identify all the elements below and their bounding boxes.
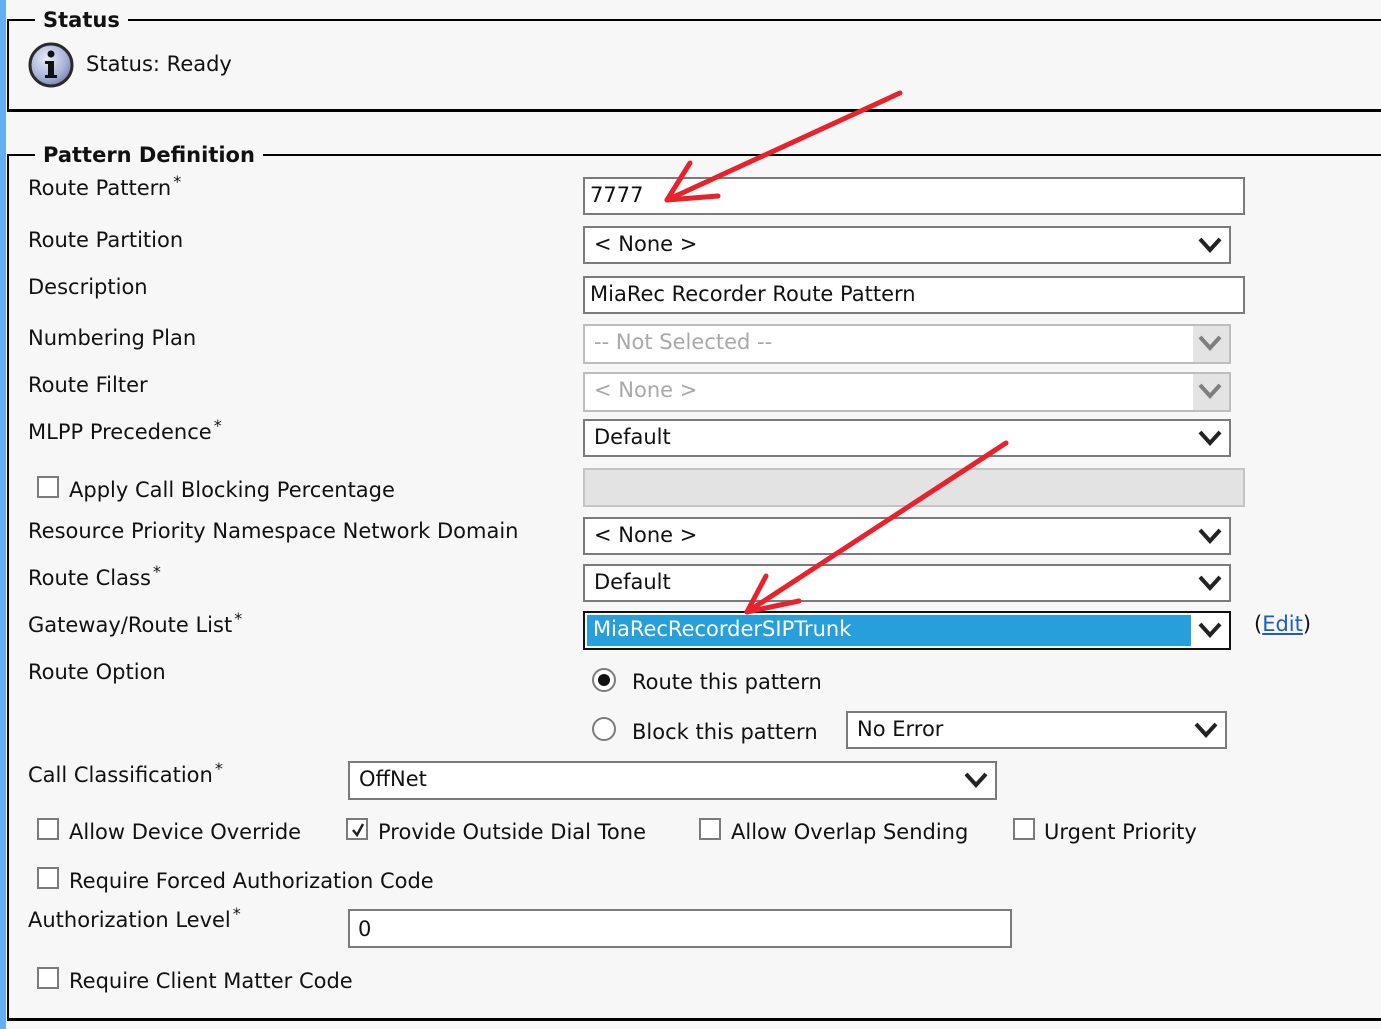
urgent-priority-checkbox[interactable]	[1013, 818, 1035, 840]
resource-priority-select[interactable]: < None >	[583, 517, 1231, 555]
call-classification-label: Call Classification *	[28, 759, 223, 787]
block-this-pattern-radio[interactable]	[592, 717, 616, 741]
call-blocking-percentage-input	[583, 468, 1245, 507]
gateway-route-list-select[interactable]: MiaRecRecorderSIPTrunk	[583, 611, 1231, 650]
apply-call-blocking-label: Apply Call Blocking Percentage	[69, 478, 395, 502]
resource-priority-label: Resource Priority Namespace Network Doma…	[28, 519, 519, 543]
mlpp-precedence-select[interactable]: Default	[583, 419, 1231, 457]
apply-call-blocking-checkbox[interactable]	[37, 476, 59, 498]
require-client-matter-label: Require Client Matter Code	[69, 969, 353, 993]
numbering-plan-select: -- Not Selected --	[583, 324, 1231, 364]
route-pattern-label: Route Pattern *	[28, 172, 182, 200]
gateway-route-list-value: MiaRecRecorderSIPTrunk	[587, 615, 1191, 646]
allow-overlap-sending-label: Allow Overlap Sending	[731, 820, 969, 844]
require-client-matter-checkbox[interactable]	[37, 967, 59, 989]
route-pattern-input[interactable]: 7777	[583, 177, 1245, 215]
chevron-down-icon	[1198, 430, 1222, 446]
chevron-down-icon	[964, 772, 988, 788]
provide-outside-dial-tone-checkbox[interactable]	[346, 818, 368, 840]
route-option-label: Route Option	[28, 660, 166, 684]
route-class-select[interactable]: Default	[583, 564, 1231, 602]
provide-outside-dial-tone-label: Provide Outside Dial Tone	[378, 820, 646, 844]
status-text: Status: Ready	[86, 52, 232, 76]
require-forced-auth-label: Require Forced Authorization Code	[69, 869, 434, 893]
chevron-down-icon	[1198, 335, 1222, 351]
info-icon	[28, 42, 74, 88]
block-reason-select[interactable]: No Error	[846, 711, 1227, 749]
window-left-edge	[0, 0, 6, 1029]
allow-overlap-sending-checkbox[interactable]	[699, 818, 721, 840]
route-partition-label: Route Partition	[28, 228, 184, 252]
chevron-down-icon	[1198, 575, 1222, 591]
call-classification-select[interactable]: OffNet	[348, 761, 997, 800]
mlpp-precedence-label: MLPP Precedence *	[28, 416, 222, 444]
route-class-label: Route Class *	[28, 562, 161, 590]
block-this-pattern-label: Block this pattern	[632, 720, 818, 744]
authorization-level-label: Authorization Level *	[28, 904, 241, 932]
edit-gateway-link[interactable]: Edit	[1262, 612, 1303, 636]
allow-device-override-checkbox[interactable]	[37, 818, 59, 840]
route-filter-label: Route Filter	[28, 373, 148, 397]
description-label: Description	[28, 275, 148, 299]
route-this-pattern-label: Route this pattern	[632, 670, 822, 694]
route-partition-select[interactable]: < None >	[583, 226, 1231, 264]
numbering-plan-label: Numbering Plan	[28, 326, 197, 350]
gateway-route-list-label: Gateway/Route List *	[28, 609, 243, 637]
chevron-down-icon	[1194, 722, 1218, 738]
chevron-down-icon	[1198, 237, 1222, 253]
allow-device-override-label: Allow Device Override	[69, 820, 302, 844]
chevron-down-icon	[1198, 622, 1222, 638]
chevron-down-icon	[1198, 528, 1222, 544]
require-forced-auth-checkbox[interactable]	[37, 867, 59, 889]
route-filter-select: < None >	[583, 372, 1231, 412]
route-this-pattern-radio[interactable]	[592, 668, 616, 692]
chevron-down-icon	[1198, 383, 1222, 399]
pattern-definition-legend: Pattern Definition	[35, 143, 263, 167]
authorization-level-input[interactable]: 0	[348, 909, 1012, 948]
status-legend: Status	[35, 8, 128, 32]
edit-link-wrapper: (Edit)	[1254, 612, 1312, 636]
urgent-priority-label: Urgent Priority	[1044, 820, 1197, 844]
description-input[interactable]: MiaRec Recorder Route Pattern	[583, 276, 1245, 314]
checkmark-icon	[352, 823, 365, 838]
